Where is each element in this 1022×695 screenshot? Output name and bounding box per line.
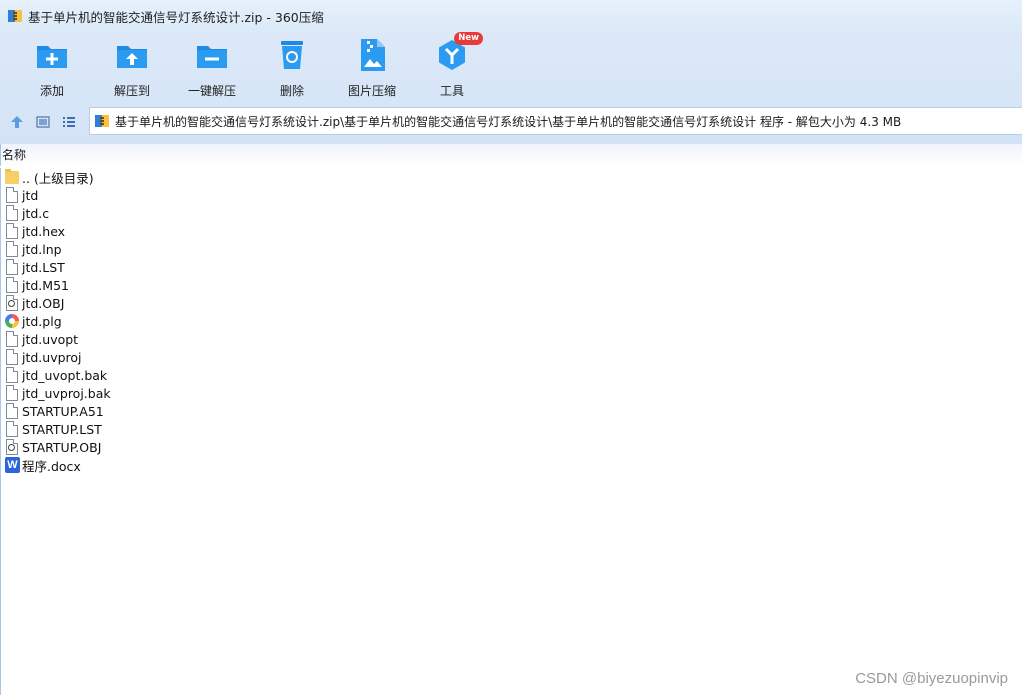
thumbnail-view-icon[interactable] (34, 113, 52, 131)
file-name: STARTUP.OBJ (22, 439, 102, 455)
file-name: jtd.M51 (22, 277, 69, 293)
file-name: 程序.docx (22, 458, 81, 474)
plg-file-icon (5, 313, 19, 329)
file-name: jtd.lnp (22, 241, 62, 257)
new-badge: New (454, 32, 483, 45)
extract-to-button[interactable]: 解压到 (92, 36, 172, 98)
file-icon (5, 331, 19, 347)
list-item[interactable]: STARTUP.A51 (1, 402, 1022, 420)
file-name: jtd_uvproj.bak (22, 385, 111, 401)
file-name: .. (上级目录) (22, 170, 94, 186)
file-name: jtd.uvopt (22, 331, 79, 347)
image-compress-label: 图片压缩 (347, 84, 396, 98)
file-icon (5, 349, 19, 365)
address-bar[interactable]: 基于单片机的智能交通信号灯系统设计.zip\基于单片机的智能交通信号灯系统设计\… (89, 107, 1022, 135)
file-icon (5, 223, 19, 239)
one-click-extract-icon (195, 38, 229, 72)
file-icon (5, 367, 19, 383)
delete-label: 删除 (279, 84, 304, 98)
list-item[interactable]: jtd.M51 (1, 276, 1022, 294)
add-label: 添加 (39, 84, 64, 98)
title-bar: 基于单片机的智能交通信号灯系统设计.zip - 360压缩 (0, 0, 1022, 32)
list-item[interactable]: jtd_uvopt.bak (1, 366, 1022, 384)
extract-to-label: 解压到 (113, 84, 150, 98)
list-item[interactable]: jtd.uvproj (1, 348, 1022, 366)
column-name-label: 名称 (2, 148, 27, 162)
file-name: jtd.hex (22, 223, 66, 239)
word-file-icon: W (5, 457, 20, 473)
delete-button[interactable]: 删除 (252, 36, 332, 98)
file-name: STARTUP.LST (22, 421, 102, 437)
image-compress-button[interactable]: 图片压缩 (332, 36, 412, 98)
list-item[interactable]: jtd.plg (1, 312, 1022, 330)
add-folder-icon (35, 38, 69, 72)
file-icon (5, 385, 19, 401)
file-icon (5, 403, 19, 419)
obj-file-icon (5, 439, 19, 455)
list-item[interactable]: jtd.lnp (1, 240, 1022, 258)
list-item[interactable]: jtd_uvproj.bak (1, 384, 1022, 402)
tools-label: 工具 (439, 84, 464, 98)
tools-button[interactable]: New 工具 (412, 32, 492, 98)
file-icon (5, 241, 19, 257)
zip-archive-icon (7, 8, 23, 24)
window-title: 基于单片机的智能交通信号灯系统设计.zip - 360压缩 (28, 9, 324, 25)
extract-to-icon (115, 38, 149, 72)
list-item[interactable]: STARTUP.OBJ (1, 438, 1022, 456)
list-item[interactable]: jtd.uvopt (1, 330, 1022, 348)
file-name: jtd (22, 187, 39, 203)
add-button[interactable]: 添加 (12, 36, 92, 98)
zip-archive-icon (94, 113, 110, 129)
navigation-bar: 基于单片机的智能交通信号灯系统设计.zip\基于单片机的智能交通信号灯系统设计\… (0, 100, 1022, 144)
file-name: jtd_uvopt.bak (22, 367, 108, 383)
one-click-extract-label: 一键解压 (187, 84, 236, 98)
file-name: STARTUP.A51 (22, 403, 104, 419)
list-view-icon[interactable] (60, 113, 78, 131)
watermark: CSDN @biyezuopinvip (855, 670, 1008, 687)
file-icon (5, 187, 19, 203)
file-icon (5, 259, 19, 275)
list-item[interactable]: .. (上级目录) (1, 168, 1022, 186)
one-click-extract-button[interactable]: 一键解压 (172, 36, 252, 98)
image-compress-icon (355, 38, 389, 72)
column-header[interactable]: 名称 (0, 144, 1022, 166)
list-item[interactable]: jtd.c (1, 204, 1022, 222)
file-name: jtd.c (22, 205, 50, 221)
toolbar: 添加 解压到 一键解压 删除 图片压缩 New 工具 (0, 32, 1022, 100)
file-name: jtd.plg (22, 313, 62, 329)
file-list: .. (上级目录) jtd jtd.c jtd.hex jtd.lnp jtd.… (0, 168, 1022, 695)
up-arrow-icon[interactable] (8, 113, 26, 131)
list-item[interactable]: jtd.OBJ (1, 294, 1022, 312)
parent-folder-icon (5, 169, 19, 185)
obj-file-icon (5, 295, 19, 311)
list-item[interactable]: jtd.hex (1, 222, 1022, 240)
file-icon (5, 421, 19, 437)
file-name: jtd.OBJ (22, 295, 65, 311)
file-icon (5, 277, 19, 293)
list-item[interactable]: STARTUP.LST (1, 420, 1022, 438)
list-item[interactable]: jtd.LST (1, 258, 1022, 276)
file-name: jtd.LST (22, 259, 65, 275)
tools-icon: New (435, 32, 483, 72)
list-item[interactable]: jtd (1, 186, 1022, 204)
recycle-delete-icon (275, 38, 309, 72)
file-name: jtd.uvproj (22, 349, 82, 365)
file-icon (5, 205, 19, 221)
list-item[interactable]: W 程序.docx (1, 456, 1022, 474)
address-path: 基于单片机的智能交通信号灯系统设计.zip\基于单片机的智能交通信号灯系统设计\… (115, 114, 902, 129)
